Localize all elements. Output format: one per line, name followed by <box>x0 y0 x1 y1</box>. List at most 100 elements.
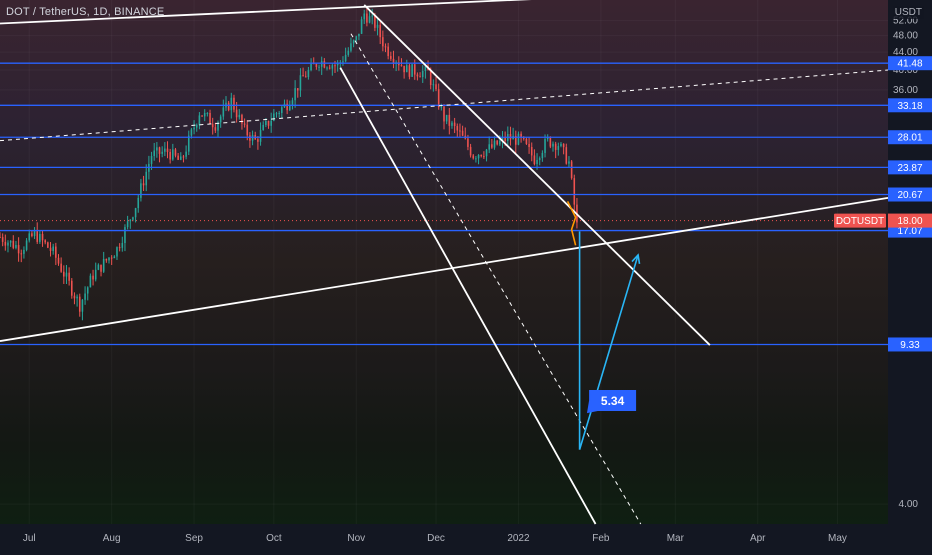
candle-body <box>344 54 347 62</box>
candle-body <box>310 63 312 71</box>
candle-body <box>209 112 211 124</box>
candle-body <box>182 156 185 158</box>
candle-body <box>81 299 84 312</box>
candle-body <box>39 233 41 242</box>
trading-chart[interactable]: 5.34 Jul Aug Sep Oct Nov Dec 2022 Feb Mar Apr May 5… <box>0 0 932 550</box>
candle-body <box>68 272 70 281</box>
last-price-tag-text: 18.00 <box>897 216 922 227</box>
candle-body <box>366 13 368 23</box>
candle-body <box>161 151 163 154</box>
candle-body <box>44 240 46 243</box>
candle-body <box>4 241 7 246</box>
candle-body <box>52 246 54 251</box>
candle-body <box>270 120 272 126</box>
candle-body <box>41 233 44 241</box>
candle-body <box>570 161 573 179</box>
candle-body <box>552 143 554 147</box>
candle-body <box>440 106 443 108</box>
candle-body <box>536 159 538 165</box>
candle-body <box>411 64 413 77</box>
candle-body <box>142 183 145 186</box>
candle-body <box>86 287 89 294</box>
candle-body <box>89 275 92 288</box>
candle-body <box>55 246 57 258</box>
candle-body <box>493 140 496 148</box>
candle-body <box>379 24 381 38</box>
time-axis-label: Dec <box>427 533 445 544</box>
candle-body <box>7 242 9 246</box>
candle-body <box>177 155 179 160</box>
candle-body <box>384 46 387 48</box>
candle-body <box>25 240 28 250</box>
candle-body <box>47 242 49 248</box>
price-axis-label: 48.00 <box>893 31 918 42</box>
candle-body <box>222 107 225 117</box>
candle-body <box>121 243 124 248</box>
candle-body <box>307 70 310 78</box>
time-axis-label: Oct <box>266 533 282 544</box>
candle-body <box>20 253 23 255</box>
candle-body <box>416 74 419 77</box>
time-axis-label: Sep <box>185 533 203 544</box>
symbol-title[interactable]: DOT / TetherUS, 1D, BINANCE <box>6 6 164 18</box>
candle-body <box>63 271 65 277</box>
candle-body <box>459 130 461 132</box>
candle-body <box>174 149 177 156</box>
candle-body <box>273 113 275 121</box>
candle-body <box>214 127 217 131</box>
candle-body <box>73 295 76 299</box>
candle-body <box>331 65 334 69</box>
candle-body <box>94 269 97 280</box>
candle-body <box>49 247 52 251</box>
candle-body <box>124 227 126 244</box>
candle-body <box>203 113 206 117</box>
candle-body <box>172 149 174 160</box>
candle-body <box>456 125 459 131</box>
candle-body <box>475 158 477 160</box>
candle-body <box>57 257 60 264</box>
candle-body <box>360 19 363 34</box>
candle-body <box>28 233 31 241</box>
candle-body <box>17 245 20 254</box>
time-axis-label: Nov <box>347 533 365 544</box>
time-axis-label: Feb <box>592 533 610 544</box>
candle-body <box>1 237 4 242</box>
candle-body <box>469 146 472 156</box>
candle-body <box>296 88 299 91</box>
candle-body <box>403 65 405 73</box>
candle-body <box>533 155 536 165</box>
candle-body <box>113 256 116 259</box>
candle-body <box>499 140 501 145</box>
candle-body <box>573 178 576 205</box>
candle-body <box>257 139 259 142</box>
candle-body <box>382 37 384 47</box>
candle-body <box>352 40 355 44</box>
candle-body <box>238 114 241 118</box>
candle-body <box>132 217 134 220</box>
candle-body <box>187 135 190 152</box>
candle-body <box>76 296 78 299</box>
candle-body <box>278 112 280 114</box>
candle-body <box>100 264 102 272</box>
candle-body <box>544 139 546 153</box>
candle-body <box>195 124 198 128</box>
candle-body <box>230 97 233 111</box>
candle-body <box>233 97 235 110</box>
candle-body <box>211 123 214 128</box>
candle-body <box>126 221 129 228</box>
candle-body <box>421 70 424 77</box>
candle-body <box>488 144 490 150</box>
price-axis-background <box>888 0 932 524</box>
candle-body <box>453 122 456 126</box>
candle-body <box>0 236 1 238</box>
candle-body <box>227 102 230 111</box>
candle-body <box>92 275 94 280</box>
candle-body <box>405 65 408 73</box>
level-price-tag-text: 41.48 <box>897 59 922 70</box>
chart-canvas[interactable]: 5.34 Jul Aug Sep Oct Nov Dec 2022 Feb Mar Apr May5… <box>0 0 932 550</box>
candle-body <box>60 263 62 272</box>
candle-body <box>150 156 153 164</box>
candle-body <box>477 154 480 159</box>
candle-body <box>198 115 201 125</box>
candle-body <box>12 240 15 248</box>
